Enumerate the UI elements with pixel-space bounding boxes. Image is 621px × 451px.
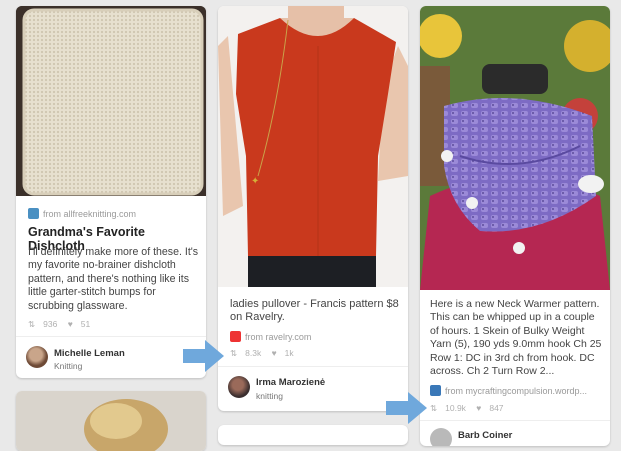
- pin-description: Here is a new Neck Warmer pattern. This …: [430, 298, 602, 378]
- pin-image[interactable]: [420, 6, 610, 290]
- source-icon: [230, 331, 241, 342]
- repin-icon: ⇅: [430, 403, 438, 413]
- pin-stats: ⇅ 8.3k ♥ 1k: [230, 348, 302, 359]
- like-count: 51: [80, 319, 91, 329]
- like-count: 1k: [284, 348, 294, 358]
- child-hair-photo: [16, 391, 206, 451]
- dishcloth-image: [16, 6, 206, 196]
- svg-text:✦: ✦: [251, 176, 259, 187]
- board-name[interactable]: Knitting: [54, 361, 82, 371]
- avatar[interactable]: [26, 346, 48, 368]
- repin-count: 10.9k: [445, 403, 466, 413]
- heart-icon: ♥: [271, 348, 277, 358]
- repin-count: 936: [43, 319, 58, 329]
- heart-icon: ♥: [476, 403, 482, 413]
- pinner-name[interactable]: Barb Coiner: [458, 430, 512, 441]
- source-icon: [28, 208, 39, 219]
- repin-count: 8.3k: [245, 348, 262, 358]
- pin-image[interactable]: [16, 6, 206, 196]
- pin-description: ladies pullover - Francis pattern $8 on …: [230, 298, 399, 324]
- pin-stats: ⇅ 10.9k ♥ 847: [430, 403, 512, 414]
- heart-icon: ♥: [67, 319, 73, 329]
- avatar[interactable]: [228, 376, 250, 398]
- source-icon: [430, 385, 441, 396]
- neck-warmer-image: [420, 6, 610, 290]
- avatar[interactable]: [430, 428, 452, 446]
- annotation-arrow: [183, 340, 224, 372]
- pin-source[interactable]: from mycraftingcompulsion.wordp...: [430, 385, 587, 396]
- pin-source[interactable]: from ravelry.com: [230, 331, 311, 342]
- divider: [420, 420, 610, 421]
- pin-source[interactable]: from allfreeknitting.com: [28, 208, 136, 219]
- red-sweater-image: ✦: [218, 6, 408, 287]
- pin-description: I'll definitely make more of these. It's…: [28, 246, 199, 312]
- board-name[interactable]: knitting: [256, 391, 283, 401]
- pin-stats: ⇅ 936 ♥ 51: [28, 319, 98, 330]
- pinner-name[interactable]: Irma Marozienė: [256, 377, 325, 388]
- pin-card[interactable]: [218, 425, 408, 445]
- pin-image[interactable]: ✦: [218, 6, 408, 287]
- divider: [218, 366, 408, 367]
- repin-icon: ⇅: [28, 319, 36, 329]
- pin-card[interactable]: from allfreeknitting.com Grandma's Favor…: [16, 6, 206, 378]
- pin-card[interactable]: Here is a new Neck Warmer pattern. This …: [420, 6, 610, 446]
- repin-icon: ⇅: [230, 348, 238, 358]
- like-count: 847: [489, 403, 504, 413]
- pinner-name[interactable]: Michelle Leman: [54, 348, 125, 359]
- annotation-arrow: [386, 392, 427, 424]
- pin-card[interactable]: [16, 391, 206, 451]
- divider: [16, 336, 206, 337]
- pin-card[interactable]: ✦ ladies pullover - Francis pattern $8 o…: [218, 6, 408, 411]
